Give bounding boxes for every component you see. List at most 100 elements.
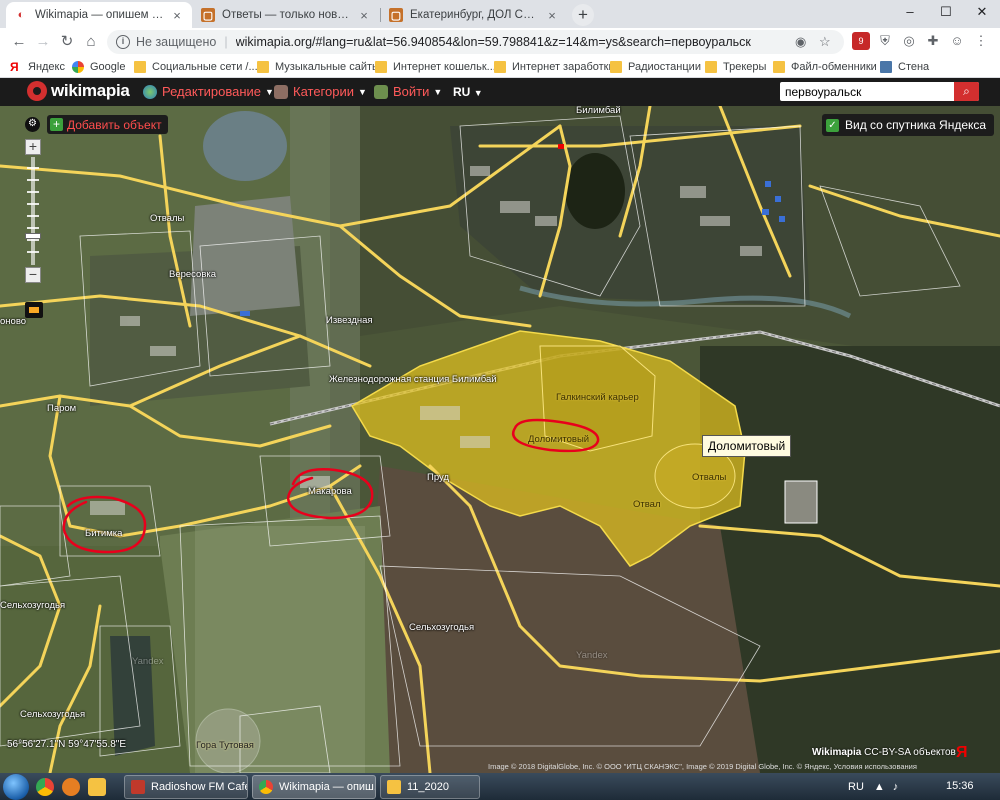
chrome-quicklaunch-icon[interactable] [36,778,54,796]
map-canvas[interactable]: Билимбай Отвалы Вересовка Извездная Желе… [0,106,1000,773]
taskbar-item-chrome-wikimapia[interactable]: Wikimapia — опиш... [252,775,376,799]
bookmark-google[interactable]: Google [72,59,125,74]
yandex-satellite-label: Вид со спутника Яндекса [845,118,987,132]
url-text[interactable]: wikimapia.org/#lang=ru&lat=56.940854&lon… [236,35,751,49]
add-object-button[interactable]: + Добавить объект [47,115,168,134]
map-label-otvaly[interactable]: Отвалы [150,213,184,224]
map-label-galkinsky-quarry[interactable]: Галкинский карьер [556,392,639,403]
extensions-puzzle-icon[interactable]: ✚ [924,32,942,50]
bookmark-label: Google [90,60,126,73]
menu-categories[interactable]: Категории ▼ [274,84,367,99]
extension-shield-icon[interactable]: ⛨ [876,32,894,50]
wikimapia-logo-text: wikimapia [51,81,130,100]
start-button-icon[interactable] [3,774,29,800]
folder-icon [257,60,269,73]
explorer-quicklaunch-icon[interactable] [88,778,106,796]
zoom-in-button[interactable]: + [25,139,41,155]
close-tab-icon[interactable]: × [170,8,184,23]
attribution-objects: объектов [913,747,956,758]
bookmark-folder-earnings[interactable]: Интернет заработки [494,59,615,74]
map-label-bitimka[interactable]: Битимка [85,528,122,539]
tab-otvety[interactable]: ▢ Ответы — только новые — Дом × [193,2,379,28]
map-label-dolomitovy[interactable]: Доломитовый [528,434,589,445]
address-bar[interactable]: i Не защищено | wikimapia.org/#lang=ru&l… [107,30,844,54]
yandex-satellite-toggle[interactable]: ✓ Вид со спутника Яндекса [822,114,995,136]
close-tab-icon[interactable]: × [357,8,371,23]
bookmark-vk-wall[interactable]: Стена [880,59,929,74]
zoom-out-button[interactable]: − [25,267,41,283]
media-player-quicklaunch-icon[interactable] [62,778,80,796]
language-selector[interactable]: RU ▼ [453,85,483,99]
yandex-logo[interactable]: Я [956,744,968,762]
map-label-veresovka[interactable]: Вересовка [169,269,216,280]
tab-title: Екатеринбург, ДОЛ Самоцветы [410,9,541,21]
language-label: RU [453,85,471,99]
layers-icon[interactable] [25,302,43,318]
map-label-otval[interactable]: Отвал [633,499,661,510]
zoom-slider[interactable] [25,157,41,265]
map-label-gora-tutovaya[interactable]: Гора Тутовая [196,740,254,751]
search-button[interactable]: ⌕ [954,82,979,101]
bookmark-folder-trackers[interactable]: Трекеры [705,59,766,74]
tab-strip: ◐ Wikimapia — опишем весь мир! × ▢ Ответ… [0,0,1000,28]
tab-title: Wikimapia — опишем весь мир! [35,9,166,21]
system-tray: RU ▲ ♪ 15:36 [848,773,974,800]
home-button[interactable]: ⌂ [80,31,102,53]
map-label-selkhozugodya-southwest[interactable]: Сельхозугодья [20,709,85,720]
clock[interactable]: 15:36 [946,780,974,792]
zoom-slider-thumb[interactable] [25,233,41,239]
bookmark-label: Трекеры [723,60,767,73]
close-window-button[interactable]: ✕ [964,0,1000,26]
map-label-makarova[interactable]: Макарова [308,486,352,497]
close-tab-icon[interactable]: × [545,8,559,23]
map-label-railway-station[interactable]: Железнодорожная станция Билимбай [329,374,497,385]
search-input[interactable] [780,82,955,101]
attribution-license[interactable]: CC-BY-SA [864,747,910,758]
minimize-button[interactable]: – [892,0,928,26]
bookmark-folder-wallets[interactable]: Интернет кошельк... [375,59,496,74]
caret-down-icon: ▼ [265,86,274,97]
bookmark-yandex[interactable]: Я Яндекс [10,59,65,74]
back-button[interactable]: ← [8,31,30,53]
bookmark-folder-radio[interactable]: Радиостанции [610,59,701,74]
add-object-label: Добавить объект [67,117,162,132]
bookmark-label: Файл-обменники [791,60,877,73]
map-label-otvaly-east[interactable]: Отвалы [692,472,726,483]
settings-gear-icon[interactable]: ⚙ [25,117,40,132]
menu-login[interactable]: Войти ▼ [374,84,442,99]
bookmark-folder-fileshare[interactable]: Файл-обменники [773,59,877,74]
yandex-icon: Я [10,59,19,74]
star-icon[interactable]: ☆ [819,34,831,50]
taskbar-item-folder[interactable]: 11_2020 [380,775,480,799]
new-tab-button[interactable]: + [572,4,594,26]
menu-edit[interactable]: Редактирование ▼ [143,84,274,99]
map-label-izvezdnaya[interactable]: Извездная [326,315,373,326]
maximize-button[interactable]: ☐ [928,0,964,26]
tray-network-icon[interactable]: ▲ [874,781,885,793]
profile-avatar-icon[interactable]: ☺ [948,32,966,50]
info-icon[interactable]: i [116,35,130,49]
reload-button[interactable]: ↻ [56,31,78,53]
eye-off-icon[interactable]: ◉ [795,34,806,50]
map-label-onovo[interactable]: оново [0,316,26,327]
map-label-selkhozugodya[interactable]: Сельхозугодья [409,622,474,633]
map-label-parom[interactable]: Паром [47,403,76,414]
bookmark-folder-social[interactable]: Социальные сети /... [134,59,258,74]
tab-wikimapia[interactable]: ◐ Wikimapia — опишем весь мир! × [6,2,192,28]
taskbar-item-label: Radioshow FM Cafe ... [151,781,247,793]
globe-icon [143,84,157,99]
extension-adblock-icon[interactable]: 9 [852,32,870,50]
forward-button[interactable]: → [32,31,54,53]
tray-volume-icon[interactable]: ♪ [893,781,899,793]
map-label-bilimbay[interactable]: Билимбай [576,106,621,116]
map-label-prud[interactable]: Пруд [427,472,449,483]
extension-globe-icon[interactable]: ◎ [900,32,918,50]
menu-label: Редактирование [162,84,262,99]
menu-kebab-icon[interactable]: ⋮ [972,32,990,50]
map-label-selkhozugodya-west[interactable]: Сельхозугодья [0,600,65,611]
taskbar-item-radioshow[interactable]: Radioshow FM Cafe ... [124,775,248,799]
input-language-indicator[interactable]: RU [848,781,864,793]
tab-ekaterinburg[interactable]: ▢ Екатеринбург, ДОЛ Самоцветы × [381,2,567,28]
bookmark-folder-music[interactable]: Музыкальные сайты [257,59,380,74]
wikimapia-logo[interactable]: wikimapia [27,81,130,101]
